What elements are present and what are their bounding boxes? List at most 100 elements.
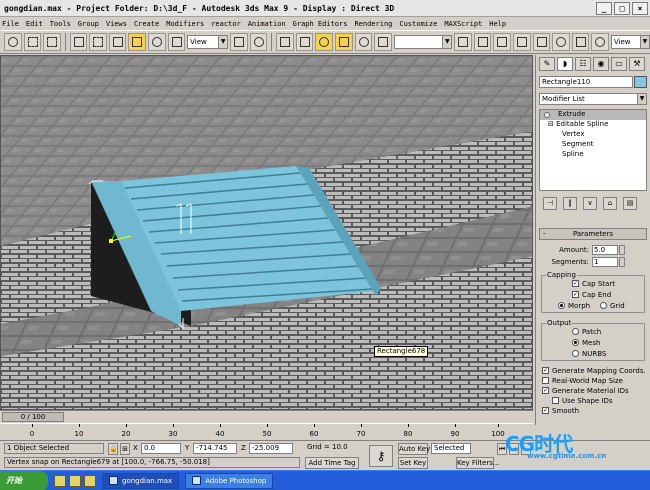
show-end-result-icon[interactable]: ‖ bbox=[563, 197, 577, 210]
align-icon[interactable] bbox=[473, 33, 492, 51]
key-selection-select[interactable]: Selected bbox=[431, 443, 471, 454]
morph-radio[interactable]: Morph bbox=[558, 301, 590, 311]
menu-rendering[interactable]: Rendering bbox=[354, 20, 392, 28]
layer-manager-icon[interactable] bbox=[493, 33, 512, 51]
object-name-field[interactable]: Rectangle110 bbox=[539, 76, 633, 88]
expand-icon[interactable]: ⊟ bbox=[548, 120, 556, 128]
curve-editor-icon[interactable] bbox=[513, 33, 531, 51]
menu-graph-editors[interactable]: Graph Editors bbox=[293, 20, 348, 28]
close-button[interactable]: × bbox=[632, 1, 648, 15]
render-type-select[interactable]: View ▼ bbox=[610, 35, 650, 49]
make-unique-icon[interactable]: ∨ bbox=[583, 197, 597, 210]
remove-modifier-icon[interactable]: ⌂ bbox=[603, 197, 617, 210]
z-coordinate-field[interactable]: -25.009 bbox=[249, 443, 293, 454]
patch-radio[interactable]: Patch bbox=[572, 327, 601, 337]
key-filters-button[interactable]: Key Filters... bbox=[456, 457, 500, 469]
configure-sets-icon[interactable]: ▤ bbox=[623, 197, 637, 210]
select-by-name-icon[interactable] bbox=[108, 33, 127, 51]
cap-end-checkbox[interactable]: ✓ Cap End bbox=[572, 290, 611, 300]
modify-tab-icon[interactable]: ◗ bbox=[557, 57, 573, 71]
x-coordinate-field[interactable]: 0.0 bbox=[141, 443, 181, 454]
select-move-icon[interactable] bbox=[128, 33, 147, 51]
quick-render-icon[interactable] bbox=[591, 33, 609, 51]
spinner-arrows-icon[interactable] bbox=[619, 245, 625, 255]
previous-frame-icon[interactable]: ◂ bbox=[509, 443, 519, 455]
select-scale-icon[interactable] bbox=[167, 33, 186, 51]
stack-item-extrude[interactable]: Extrude bbox=[540, 110, 646, 120]
show-desktop-icon[interactable] bbox=[54, 474, 66, 487]
display-tab-icon[interactable]: ▭ bbox=[611, 57, 627, 71]
pivot-point-icon[interactable] bbox=[230, 33, 248, 51]
maximize-button[interactable]: □ bbox=[614, 1, 630, 15]
parameters-rollout-header[interactable]: - Parameters bbox=[539, 228, 647, 240]
utilities-tab-icon[interactable]: ⚒ bbox=[629, 57, 645, 71]
task-3dsmax[interactable]: gongdian.max bbox=[102, 472, 180, 489]
select-manipulate-icon[interactable] bbox=[249, 33, 268, 51]
snaps-toggle-icon[interactable] bbox=[295, 33, 314, 51]
y-coordinate-field[interactable]: -714.745 bbox=[193, 443, 237, 454]
add-time-tag-button[interactable]: Add Time Tag bbox=[305, 457, 359, 469]
lightbulb-icon[interactable] bbox=[544, 112, 550, 118]
play-icon[interactable]: ▸ bbox=[521, 443, 531, 455]
hierarchy-tab-icon[interactable]: ☷ bbox=[575, 57, 591, 71]
select-object-icon[interactable] bbox=[69, 33, 88, 51]
menu-reactor[interactable]: reactor bbox=[211, 20, 241, 28]
grid-radio[interactable]: Grid bbox=[600, 301, 625, 311]
perspective-viewport[interactable]: Rectangle678 bbox=[0, 55, 533, 410]
goto-start-icon[interactable]: ⏮ bbox=[497, 443, 507, 455]
smooth-checkbox[interactable]: ✓ Smooth bbox=[542, 406, 579, 416]
edit-named-selection-icon[interactable] bbox=[374, 33, 392, 51]
menu-edit[interactable]: Edit bbox=[26, 20, 43, 28]
stack-item-vertex[interactable]: Vertex bbox=[540, 130, 646, 140]
create-tab-icon[interactable]: ✎ bbox=[539, 57, 555, 71]
amount-spinner[interactable]: 5.0 bbox=[592, 245, 618, 255]
render-setup-icon[interactable] bbox=[571, 33, 590, 51]
unlink-icon[interactable] bbox=[43, 33, 61, 51]
browser-icon[interactable] bbox=[69, 474, 81, 487]
spinner-arrows-icon[interactable] bbox=[619, 257, 625, 267]
auto-key-button[interactable]: Auto Key bbox=[398, 443, 430, 455]
stack-item-editable-spline[interactable]: ⊟ Editable Spline bbox=[540, 120, 646, 130]
generate-mapping-checkbox[interactable]: ✓ Generate Mapping Coords. bbox=[542, 366, 646, 376]
time-slider[interactable]: 0 / 100 bbox=[2, 412, 64, 422]
menu-create[interactable]: Create bbox=[134, 20, 159, 28]
segments-spinner[interactable]: 1 bbox=[592, 257, 618, 267]
undo-icon[interactable] bbox=[4, 33, 22, 51]
track-bar[interactable]: 0 10 20 30 40 50 60 70 80 90 100 bbox=[0, 423, 533, 440]
stack-item-segment[interactable]: Segment bbox=[540, 140, 646, 150]
select-link-icon[interactable] bbox=[23, 33, 42, 51]
select-region-icon[interactable] bbox=[89, 33, 107, 51]
menu-modifiers[interactable]: Modifiers bbox=[166, 20, 204, 28]
schematic-view-icon[interactable] bbox=[532, 33, 551, 51]
mirror-icon[interactable] bbox=[454, 33, 472, 51]
reference-coordinate-select[interactable]: View ▼ bbox=[187, 35, 229, 49]
modifier-list-dropdown[interactable]: Modifier List ▼ bbox=[539, 93, 647, 105]
spinner-snap-icon[interactable] bbox=[354, 33, 373, 51]
object-color-swatch[interactable] bbox=[634, 76, 647, 88]
pin-stack-icon[interactable]: ⊣ bbox=[543, 197, 557, 210]
task-photoshop[interactable]: Adobe Photoshop bbox=[185, 472, 274, 489]
cap-start-checkbox[interactable]: ✓ Cap Start bbox=[572, 279, 615, 289]
generate-material-ids-checkbox[interactable]: ✓ Generate Material IDs bbox=[542, 386, 629, 396]
menu-group[interactable]: Group bbox=[78, 20, 99, 28]
set-key-button[interactable]: Set Key bbox=[398, 457, 428, 469]
menu-views[interactable]: Views bbox=[106, 20, 127, 28]
menu-customize[interactable]: Customize bbox=[399, 20, 437, 28]
angle-snap-icon[interactable] bbox=[315, 33, 334, 51]
select-rotate-icon[interactable] bbox=[148, 33, 166, 51]
keyboard-shortcut-icon[interactable] bbox=[276, 33, 294, 51]
minimize-button[interactable]: _ bbox=[596, 1, 612, 15]
key-icon[interactable]: ⚷ bbox=[369, 445, 393, 467]
motion-tab-icon[interactable]: ◉ bbox=[593, 57, 609, 71]
start-button[interactable]: 开始 bbox=[0, 470, 48, 490]
real-world-map-checkbox[interactable]: Real-World Map Size bbox=[542, 376, 623, 386]
menu-help[interactable]: Help bbox=[489, 20, 506, 28]
menu-maxscript[interactable]: MAXScript bbox=[444, 20, 482, 28]
use-shape-ids-checkbox[interactable]: Use Shape IDs bbox=[552, 396, 613, 406]
stack-item-spline[interactable]: Spline bbox=[540, 150, 646, 160]
menu-file[interactable]: File bbox=[2, 20, 19, 28]
menu-tools[interactable]: Tools bbox=[50, 20, 71, 28]
nurbs-radio[interactable]: NURBS bbox=[572, 349, 606, 359]
absolute-mode-icon[interactable]: ⊞ bbox=[120, 443, 130, 455]
lock-selection-icon[interactable]: 🔒 bbox=[108, 443, 118, 455]
